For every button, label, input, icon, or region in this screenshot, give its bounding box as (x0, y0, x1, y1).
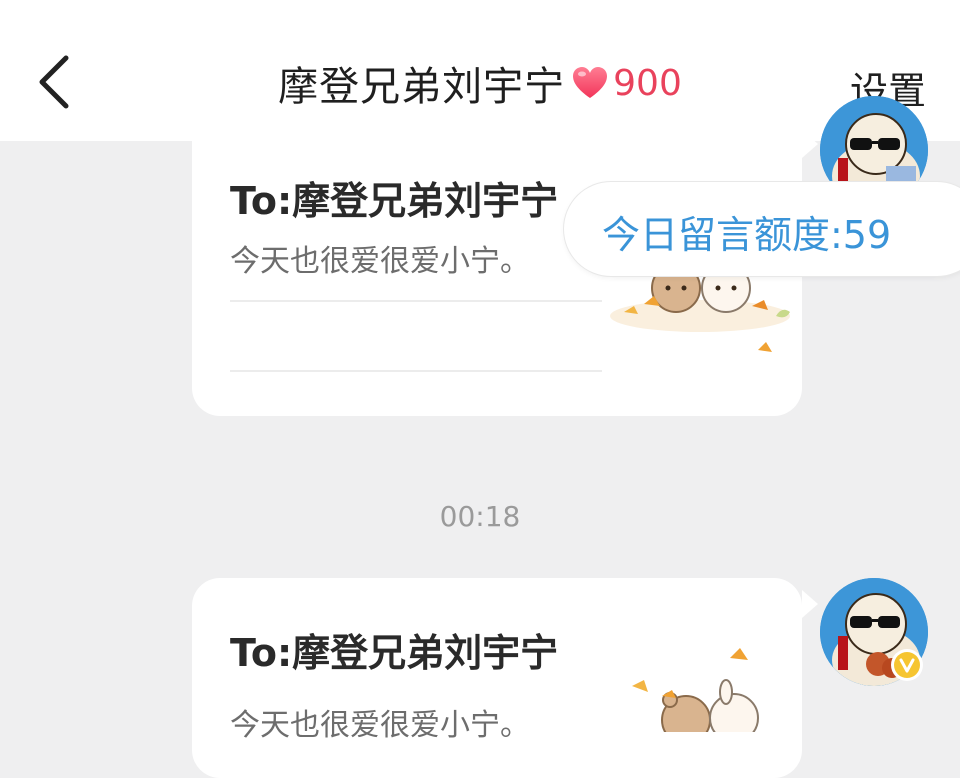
page-title: 摩登兄弟刘宇宁 (278, 64, 566, 110)
bear-bunny-sticker (610, 258, 790, 352)
title-group: 摩登兄弟刘宇宁 900 (0, 55, 960, 111)
message-text: 今天也很爱很爱小宁。 (230, 244, 530, 279)
daily-quota-pill: 今日留言额度:59 (564, 182, 960, 276)
back-chevron-icon (39, 55, 69, 109)
back-button[interactable] (30, 52, 80, 112)
verified-v-icon (891, 649, 923, 681)
bubble-tail (802, 130, 818, 158)
divider (230, 370, 602, 372)
recipient-line: To:摩登兄弟刘宇宁 (230, 631, 559, 675)
message-text: 今天也很爱很爱小宁。 (230, 708, 530, 743)
timestamp: 00:18 (439, 500, 521, 533)
divider (230, 300, 602, 302)
intimacy-score: 900 (613, 62, 682, 104)
message-card[interactable]: To:摩登兄弟刘宇宁 今天也很爱很爱小宁。 (192, 578, 802, 778)
bear-bunny-sticker (632, 648, 759, 732)
recipient-line: To:摩登兄弟刘宇宁 (230, 179, 559, 223)
bubble-tail (802, 590, 818, 618)
heart-icon (573, 67, 608, 98)
daily-quota-text: 今日留言额度:59 (602, 213, 892, 257)
